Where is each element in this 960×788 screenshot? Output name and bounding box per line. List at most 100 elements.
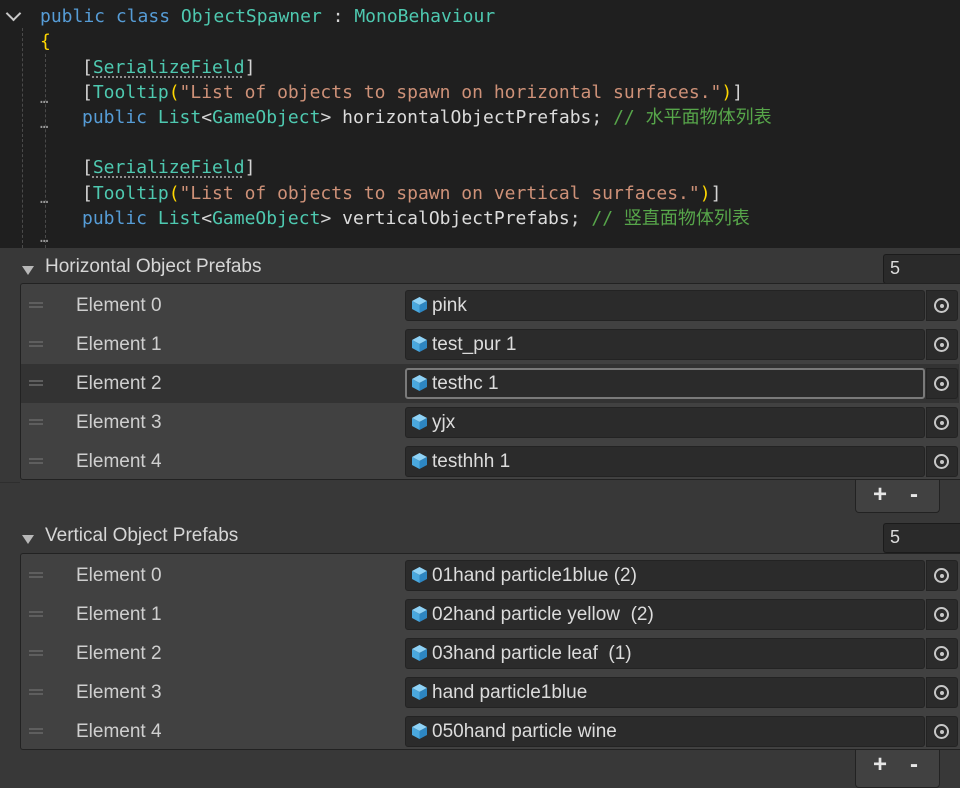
code-line-field-1[interactable]: public List<GameObject> horizontalObject… [82, 105, 772, 131]
prefab-cube-icon [412, 606, 427, 622]
object-field[interactable]: pink [405, 290, 925, 321]
prefab-cube-icon [412, 723, 427, 739]
element-label: Element 3 [76, 412, 162, 433]
object-picker-icon[interactable] [926, 560, 958, 591]
drag-handle-icon[interactable] [29, 650, 43, 656]
codelens-dots: … [40, 91, 49, 107]
object-picker-icon[interactable] [926, 716, 958, 747]
foldout-triangle-icon[interactable] [22, 266, 34, 275]
horizontal-add-remove: + - [855, 480, 940, 513]
brace-token: { [40, 31, 51, 52]
prefab-cube-icon [412, 414, 427, 430]
list-item[interactable]: Element 2 03hand particle leaf (1) [21, 634, 959, 673]
code-line-tooltip-2[interactable]: [Tooltip("List of objects to spawn on ve… [82, 181, 721, 207]
code-line-serialize-2[interactable]: [SerializeField] [82, 155, 255, 181]
object-field[interactable]: 02hand particle yellow (2) [405, 599, 925, 630]
element-label: Element 2 [76, 373, 162, 394]
code-editor[interactable]: public class ObjectSpawner : MonoBehavio… [0, 0, 960, 248]
add-element-button[interactable]: + [873, 751, 887, 779]
element-label: Element 1 [76, 604, 162, 625]
element-label: Element 4 [76, 721, 162, 742]
prefab-cube-icon [412, 645, 427, 661]
horizontal-list: Element 0 pink Element 1 test_pur 1 Elem… [20, 283, 960, 480]
prefab-cube-icon [412, 453, 427, 469]
type-token: List [157, 107, 202, 128]
indent-guide [22, 28, 23, 248]
keyword-token: public [82, 208, 148, 229]
code-line-class[interactable]: public class ObjectSpawner : MonoBehavio… [40, 4, 495, 30]
drag-handle-icon[interactable] [29, 341, 43, 347]
horizontal-list-size-field[interactable]: 5 [883, 254, 960, 284]
string-token: "List of objects to spawn on vertical su… [179, 183, 700, 204]
attribute-token: SerializeField [92, 57, 245, 78]
list-item[interactable]: Element 4 050hand particle wine [21, 712, 959, 751]
base-class-token: MonoBehaviour [354, 6, 496, 27]
drag-handle-icon[interactable] [29, 458, 43, 464]
object-picker-icon[interactable] [926, 407, 958, 438]
drag-handle-icon[interactable] [29, 611, 43, 617]
code-line-tooltip-1[interactable]: [Tooltip("List of objects to spawn on ho… [82, 80, 743, 106]
colon-token: : [321, 6, 355, 27]
list-item[interactable]: Element 3 hand particle1blue [21, 673, 959, 712]
object-picker-icon[interactable] [926, 290, 958, 321]
attribute-token: Tooltip [92, 82, 169, 103]
element-label: Element 2 [76, 643, 162, 664]
object-field[interactable]: testhhh 1 [405, 446, 925, 477]
list-item[interactable]: Element 0 pink [21, 286, 959, 325]
list-item[interactable]: Element 0 01hand particle1blue (2) [21, 556, 959, 595]
object-picker-icon[interactable] [926, 638, 958, 669]
list-item[interactable]: Element 1 test_pur 1 [21, 325, 959, 364]
object-field-value: 02hand particle yellow (2) [432, 604, 654, 625]
vertical-list-header[interactable]: Vertical Object Prefabs 5 [0, 521, 960, 555]
object-field-value: 03hand particle leaf (1) [432, 643, 632, 664]
drag-handle-icon[interactable] [29, 419, 43, 425]
list-item[interactable]: Element 1 02hand particle yellow (2) [21, 595, 959, 634]
object-field-value: 01hand particle1blue (2) [432, 565, 637, 586]
object-field-value: test_pur 1 [432, 334, 517, 355]
object-picker-icon[interactable] [926, 599, 958, 630]
codelens-dots: … [40, 191, 49, 207]
code-line-field-2[interactable]: public List<GameObject> verticalObjectPr… [82, 206, 750, 232]
vertical-list-size-field[interactable]: 5 [883, 523, 960, 553]
object-picker-icon[interactable] [926, 677, 958, 708]
object-field[interactable]: 03hand particle leaf (1) [405, 638, 925, 669]
object-picker-icon[interactable] [926, 446, 958, 477]
list-item[interactable]: Element 3 yjx [21, 403, 959, 442]
object-field[interactable]: test_pur 1 [405, 329, 925, 360]
code-line-brace[interactable]: { [40, 29, 51, 55]
drag-handle-icon[interactable] [29, 302, 43, 308]
object-picker-icon[interactable] [926, 329, 958, 360]
object-field[interactable]: 01hand particle1blue (2) [405, 560, 925, 591]
prefab-cube-icon [412, 567, 427, 583]
drag-handle-icon[interactable] [29, 572, 43, 578]
object-field[interactable]: testhc 1 [405, 368, 925, 399]
code-line-serialize-1[interactable]: [SerializeField] [82, 55, 255, 81]
drag-handle-icon[interactable] [29, 689, 43, 695]
drag-handle-icon[interactable] [29, 728, 43, 734]
object-field-value: 050hand particle wine [432, 721, 617, 742]
comment-token: // 水平面物体列表 [613, 107, 772, 128]
prefab-cube-icon [412, 375, 427, 391]
object-field[interactable]: yjx [405, 407, 925, 438]
element-label: Element 0 [76, 565, 162, 586]
object-field[interactable]: 050hand particle wine [405, 716, 925, 747]
attribute-token: SerializeField [92, 157, 245, 178]
horizontal-list-header[interactable]: Horizontal Object Prefabs 5 [0, 252, 960, 286]
object-field[interactable]: hand particle1blue [405, 677, 925, 708]
class-name-token: ObjectSpawner [180, 6, 322, 27]
object-picker-icon[interactable] [926, 368, 958, 399]
object-field-value: testhhh 1 [432, 451, 511, 472]
remove-element-button[interactable]: - [910, 751, 918, 779]
remove-element-button[interactable]: - [910, 481, 918, 509]
vertical-list: Element 0 01hand particle1blue (2) Eleme… [20, 553, 960, 750]
prefab-cube-icon [412, 336, 427, 352]
codelens-dots: … [40, 230, 49, 246]
add-element-button[interactable]: + [873, 481, 887, 509]
field-name-token: verticalObjectPrefabs [342, 208, 570, 229]
drag-handle-icon[interactable] [29, 380, 43, 386]
list-item[interactable]: Element 2 testhc 1 [21, 364, 959, 403]
chevron-down-icon[interactable] [5, 5, 22, 22]
list-item[interactable]: Element 4 testhhh 1 [21, 442, 959, 481]
foldout-triangle-icon[interactable] [22, 535, 34, 544]
prefab-cube-icon [412, 684, 427, 700]
